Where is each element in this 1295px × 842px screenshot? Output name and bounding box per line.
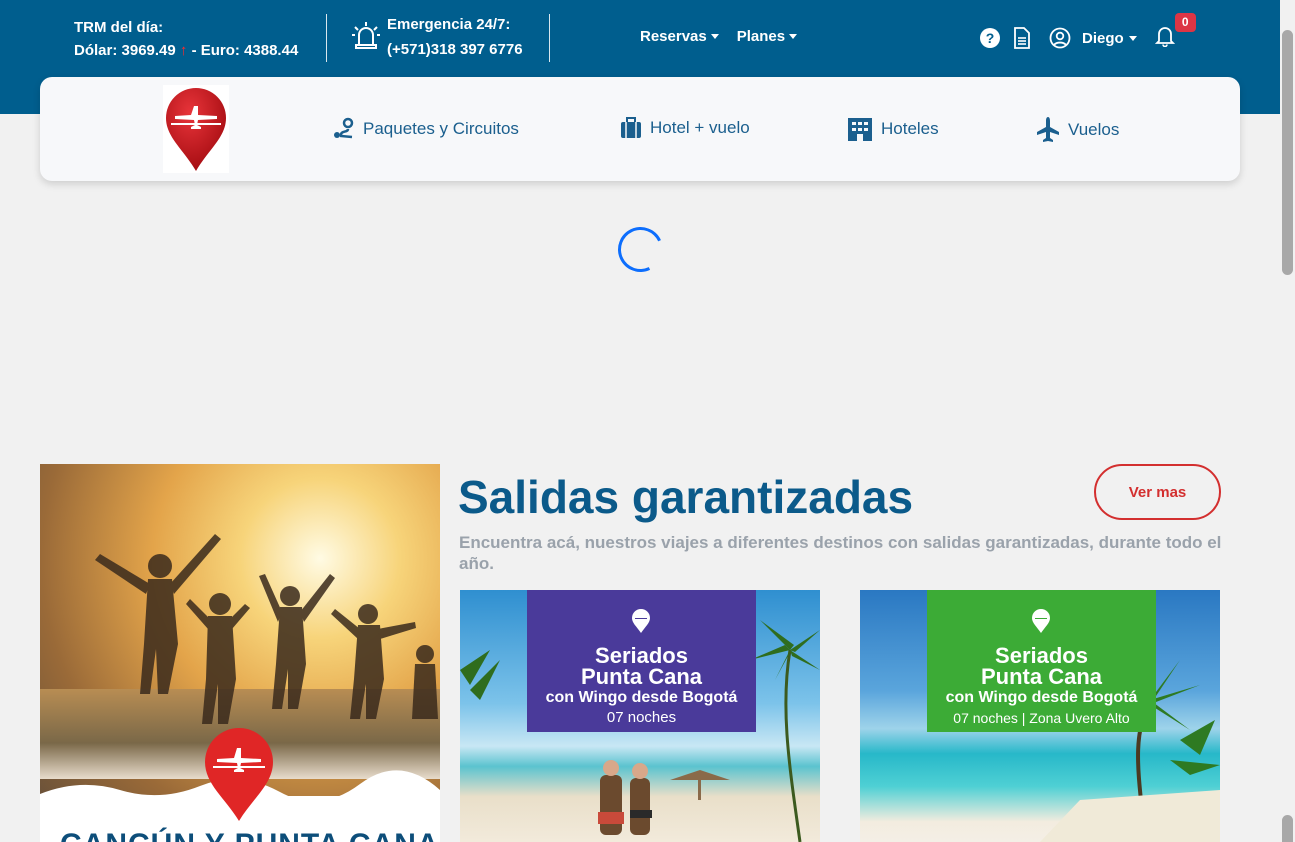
ver-mas-button[interactable]: Ver mas (1094, 464, 1221, 520)
pin-logo-icon (205, 728, 273, 821)
user-icon[interactable] (1048, 26, 1072, 50)
scrollbar-thumb-secondary[interactable] (1282, 815, 1293, 842)
nav-hoteles[interactable]: Hoteles (847, 117, 939, 141)
euro-rate: - Euro: 4388.44 (187, 42, 299, 59)
card-panel: Seriados Punta Cana con Wingo desde Bogo… (527, 590, 756, 732)
top-menus: Reservas Planes (640, 28, 798, 45)
divider (326, 14, 327, 62)
card-line4: 07 noches | Zona Uvero Alto (953, 710, 1130, 726)
card-line4: 07 noches (606, 709, 677, 726)
divider (549, 14, 550, 62)
notifications[interactable]: 0 (1154, 12, 1196, 52)
rates-line: Dólar: 3969.49 ↑ - Euro: 4388.44 (74, 39, 298, 62)
card-line1: Seriados (995, 643, 1088, 668)
card-panel: Seriados Punta Cana con Wingo desde Bogo… (927, 590, 1156, 732)
document-icon[interactable] (1010, 26, 1034, 50)
dolar-rate: Dólar: 3969.49 (74, 42, 176, 59)
user-name: Diego (1082, 29, 1124, 47)
exchange-rates: TRM del día: Dólar: 3969.49 ↑ - Euro: 43… (74, 16, 298, 62)
section-title: Salidas garantizadas (458, 471, 914, 523)
package-card[interactable]: Seriados Punta Cana con Wingo desde Bogo… (860, 590, 1220, 842)
route-icon (334, 117, 354, 139)
promo-banner[interactable]: CANCÚN Y PUNTA CANA (40, 464, 440, 842)
emergency-phone[interactable]: (+571)318 397 6776 (387, 37, 523, 62)
main-nav: Paquetes y Circuitos Hotel + vuelo Hotel… (40, 77, 1240, 181)
siren-icon (352, 22, 380, 49)
header-tools: ? Diego 0 (978, 12, 1196, 52)
emergency-label: Emergencia 24/7: (387, 16, 511, 33)
card-line1: Seriados (595, 643, 688, 668)
nav-paquetes[interactable]: Paquetes y Circuitos (332, 117, 519, 141)
card-line2: Punta Cana (980, 664, 1103, 689)
section-description: Encuentra acá, nuestros viajes a diferen… (459, 533, 1222, 573)
user-menu[interactable]: Diego (1082, 30, 1137, 47)
nav-hotel-vuelo[interactable]: Hotel + vuelo (620, 117, 750, 139)
svg-text:?: ? (986, 30, 995, 46)
scrollbar-thumb[interactable] (1282, 30, 1293, 275)
nav-vuelos[interactable]: Vuelos (1036, 117, 1119, 143)
package-card[interactable]: Seriados Punta Cana con Wingo desde Bogo… (460, 590, 820, 842)
nav-label: Vuelos (1068, 120, 1120, 139)
bell-icon (1154, 26, 1175, 47)
caret-down-icon (710, 34, 719, 39)
site-logo[interactable] (163, 85, 229, 173)
reservas-dropdown[interactable]: Reservas (640, 28, 719, 45)
caret-down-icon (789, 34, 798, 39)
planes-dropdown[interactable]: Planes (736, 28, 798, 45)
planes-label: Planes (736, 28, 786, 45)
promo-title: CANCÚN Y PUNTA CANA (60, 828, 440, 842)
card-line3: con Wingo desde Bogotá (945, 689, 1138, 706)
trm-label: TRM del día: (74, 19, 164, 36)
pin-icon (632, 609, 650, 633)
luggage-icon (621, 117, 641, 138)
nav-label: Hotel + vuelo (650, 118, 750, 137)
nav-label: Hoteles (881, 119, 939, 138)
nav-label: Paquetes y Circuitos (363, 119, 519, 138)
building-icon (848, 118, 872, 141)
pin-icon (1032, 609, 1050, 633)
card-line2: Punta Cana (580, 664, 703, 689)
people-silhouettes (95, 534, 438, 724)
notification-badge: 0 (1174, 12, 1196, 32)
caret-down-icon (1128, 35, 1137, 41)
plane-icon (1037, 117, 1059, 142)
help-icon[interactable]: ? (978, 26, 1002, 50)
reservas-label: Reservas (640, 28, 707, 45)
loading-spinner (611, 220, 670, 279)
page-scrollbar[interactable] (1280, 0, 1295, 842)
card-line3: con Wingo desde Bogotá (545, 689, 738, 706)
